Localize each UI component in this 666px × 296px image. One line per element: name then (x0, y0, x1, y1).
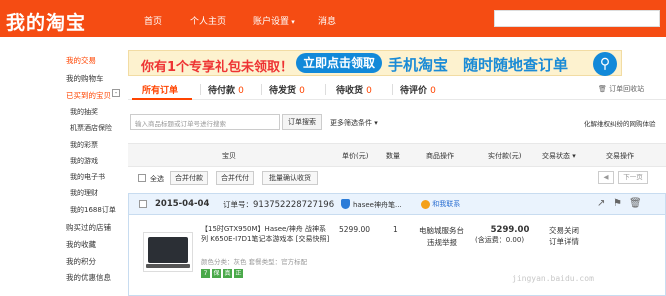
order-search-input[interactable]: 输入商品标题或订单号进行搜索 (130, 114, 280, 130)
more-filters-link[interactable]: 更多筛选条件 ▾ (330, 118, 378, 128)
nav-messages[interactable]: 消息 (318, 14, 336, 27)
order-search-button[interactable]: 订单搜索 (282, 114, 322, 130)
shop-name-link[interactable]: hasee神舟笔... (353, 200, 402, 210)
badge-7day-icon: 7 (201, 269, 210, 278)
top-search-input[interactable] (494, 10, 660, 27)
banner-gift-text: 你有1个专享礼包未领取！ (141, 60, 294, 75)
sidebar-item-my-trades[interactable]: 我的交易 (66, 55, 96, 66)
col-actions: 交易操作 (606, 152, 634, 160)
logo[interactable]: 我的淘宝 (6, 8, 86, 35)
sidebar-item-lottery[interactable]: 我的彩票 (70, 140, 98, 150)
contact-seller-link[interactable]: 和我联系 (421, 199, 460, 209)
shop-icon (341, 199, 350, 209)
badge-genuine-icon: 正 (234, 269, 243, 278)
col-qty: 数量 (386, 152, 400, 160)
order-tabs: 所有订单 待付款 0 待发货 0 待收货 0 待评价 0 🗑 订单回收站 (128, 78, 666, 100)
sidebar-item-travel[interactable]: 机票酒店保险 (70, 123, 112, 133)
tab-all-orders[interactable]: 所有订单 (142, 83, 178, 96)
col-paid: 实付款(元) (488, 152, 522, 160)
service-badges: 7保真正 (201, 268, 245, 278)
share-icon[interactable]: ↗ (597, 198, 605, 209)
select-all-checkbox[interactable] (138, 174, 146, 182)
recycle-bin-link[interactable]: 🗑 订单回收站 (598, 84, 644, 94)
dispute-link[interactable]: 化解维权纠纷的网购体验 (584, 118, 656, 128)
col-price: 单价(元) (342, 152, 369, 160)
order-checkbox[interactable] (139, 200, 147, 208)
tab-pending-review[interactable]: 待评价 0 (400, 83, 436, 96)
laptop-screen (148, 237, 188, 263)
banner-claim-button[interactable]: 立即点击领取 (296, 53, 382, 73)
table-header: 宝贝 单价(元) 数量 商品操作 实付款(元) 交易状态 ▾ 交易操作 (128, 143, 666, 167)
delete-icon[interactable]: 🗑 (629, 198, 642, 209)
product-attributes: 颜色分类：灰色 套餐类型：官方标配 (201, 258, 308, 266)
select-all-label: 全选 (150, 175, 164, 183)
next-page-button[interactable]: 下一页 (618, 171, 648, 184)
order-date: 2015-04-04 (155, 199, 210, 209)
nav-profile[interactable]: 个人主页 (190, 14, 226, 27)
sidebar-item-1688[interactable]: 我的1688订单 (70, 205, 116, 215)
flag-icon[interactable]: ⚑ (613, 198, 622, 209)
nav-home[interactable]: 首页 (144, 14, 162, 27)
sidebar-item-shops[interactable]: 购买过的店铺 (66, 222, 111, 233)
report-link[interactable]: 违规举报 (427, 237, 457, 248)
sidebar-item-finance[interactable]: 我的理财 (70, 188, 98, 198)
service-desk-link[interactable]: 电脑城服务台 (419, 225, 464, 236)
badge-real-icon: 真 (223, 269, 232, 278)
unit-price: 5299.00 (339, 225, 371, 234)
order-details-link[interactable]: 订单详情 (549, 236, 579, 247)
laptop-base (146, 264, 190, 268)
product-thumbnail[interactable] (143, 232, 193, 272)
col-status[interactable]: 交易状态 ▾ (542, 151, 576, 161)
chat-icon (421, 199, 430, 209)
active-tab-indicator (132, 98, 192, 100)
status-text: 交易关闭 (549, 226, 579, 235)
trade-status: 交易关闭 订单详情 (549, 225, 579, 247)
tab-pending-payment[interactable]: 待付款 0 (208, 83, 244, 96)
order-header: 2015-04-04 订单号：913752228727196 hasee神舟笔.… (129, 194, 665, 215)
sidebar-item-bought[interactable]: 已买到的宝贝 (66, 90, 111, 101)
merge-pay-button[interactable]: 合并付款 (170, 171, 208, 185)
quantity: 1 (393, 225, 398, 234)
product-title-link[interactable]: 【15时GTX950M】Hasee/神舟 战神系列 K650E-I7D1笔记本游… (201, 224, 331, 244)
prev-page-button[interactable]: ◀ (598, 171, 614, 184)
tab-pending-receipt[interactable]: 待收货 0 (336, 83, 372, 96)
merge-pay-for-button[interactable]: 合并代付 (216, 171, 254, 185)
col-item: 宝贝 (222, 152, 236, 160)
tab-pending-shipment[interactable]: 待发货 0 (269, 83, 305, 96)
sidebar-item-favorites[interactable]: 我的收藏 (66, 239, 96, 250)
sidebar-item-cart[interactable]: 我的购物车 (66, 73, 104, 84)
nav-account-settings[interactable]: 账户设置 (253, 14, 295, 27)
watermark: jingyan.baidu.com (512, 274, 594, 283)
top-nav-bar: 我的淘宝 首页 个人主页 账户设置 消息 (0, 0, 666, 37)
promo-banner[interactable]: 你有1个专享礼包未领取！ 立即点击领取 手机淘宝 随时随地查订单 ⚲ (128, 50, 622, 76)
batch-confirm-button[interactable]: 批量确认收货 (262, 171, 318, 185)
sidebar-item-lottery-draw[interactable]: 我的抽奖 (70, 107, 98, 117)
badge-protect-icon: 保 (212, 269, 221, 278)
banner-mobile-text: 手机淘宝 随时随地查订单 (388, 56, 569, 74)
order-number: 订单号：913752228727196 (223, 200, 335, 210)
sidebar-item-points[interactable]: 我的积分 (66, 256, 96, 267)
sidebar-item-coupons[interactable]: 我的优惠信息 (66, 272, 111, 283)
sidebar-item-games[interactable]: 我的游戏 (70, 156, 98, 166)
paid-amount: 5299.00 (490, 225, 530, 235)
search-icon[interactable]: ⚲ (593, 52, 617, 76)
sidebar-item-ebooks[interactable]: 我的电子书 (70, 172, 105, 182)
collapse-toggle-icon[interactable]: - (112, 89, 120, 97)
batch-controls: 全选 合并付款 合并代付 批量确认收货 ◀ 下一页 (128, 171, 666, 185)
paid-shipping-note: (含运费：0.00) (475, 236, 525, 244)
col-ops: 商品操作 (426, 152, 454, 160)
